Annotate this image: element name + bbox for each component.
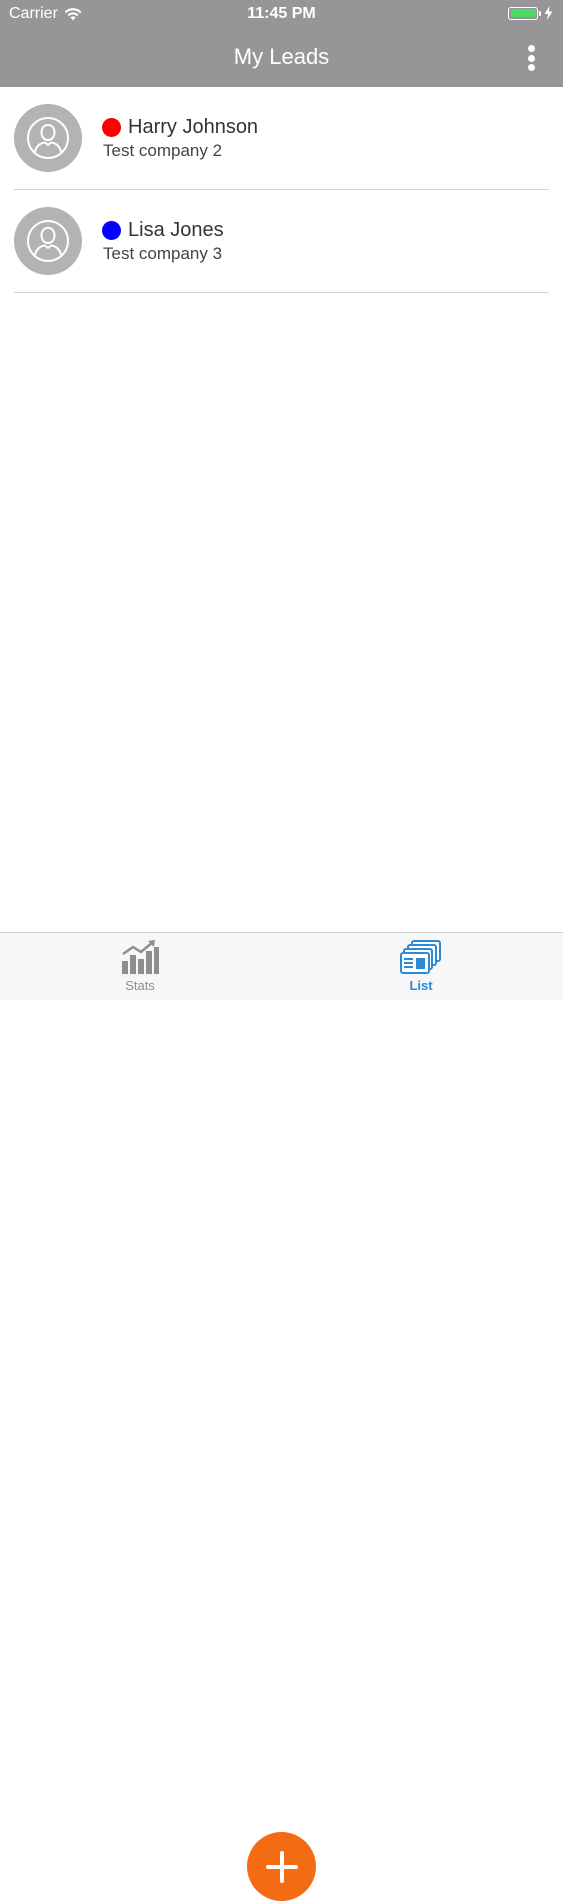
lead-name: Harry Johnson [128, 116, 259, 138]
status-time: 11:45 PM [247, 5, 316, 22]
tab-stats-label: Stats [125, 978, 155, 993]
more-options-button[interactable] [517, 44, 545, 72]
tab-list-label: List [409, 978, 433, 993]
user-avatar-icon [14, 207, 82, 275]
battery-icon [508, 6, 538, 20]
app-header: Carrier 11:45 PM My Leads [0, 0, 563, 87]
row-divider [14, 292, 549, 293]
lead-list: Harry Johnson Test company 2 Lisa Jones … [0, 87, 563, 293]
tab-stats[interactable]: Stats [80, 939, 200, 999]
lead-company: Test company 3 [103, 244, 223, 263]
user-avatar-icon [14, 104, 82, 172]
plus-icon [265, 1850, 298, 1883]
page-title: My Leads [233, 44, 330, 69]
lead-status-dot [102, 118, 121, 137]
lead-name: Lisa Jones [128, 219, 224, 241]
add-lead-button[interactable] [247, 1832, 316, 1901]
charging-bolt-icon [544, 6, 553, 20]
lead-name-row: Lisa Jones [102, 219, 224, 242]
navigation-bar: My Leads [0, 30, 563, 87]
more-vertical-icon [527, 45, 535, 52]
lead-row-harry-johnson[interactable]: Harry Johnson Test company 2 [0, 87, 563, 190]
battery-indicator [508, 6, 553, 20]
lead-row-lisa-jones[interactable]: Lisa Jones Test company 3 [0, 190, 563, 293]
lead-company: Test company 2 [103, 141, 223, 160]
tab-bar: Stats List [0, 932, 563, 1901]
status-bar: Carrier 11:45 PM [0, 0, 563, 30]
tab-list[interactable]: List [361, 939, 481, 999]
lead-name-row: Harry Johnson [102, 116, 258, 139]
stats-chart-icon [122, 940, 159, 974]
lead-status-dot [102, 221, 121, 240]
contact-cards-icon [400, 940, 441, 974]
